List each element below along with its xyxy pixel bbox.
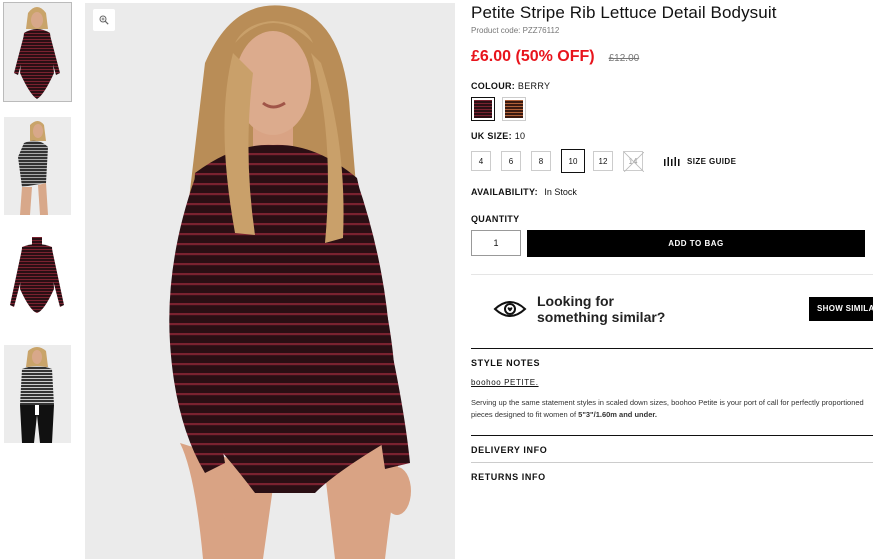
quantity-input[interactable]: 1 [471, 230, 521, 256]
thumbnail-3[interactable] [4, 231, 71, 329]
availability-row: AVAILABILITY: In Stock [471, 187, 873, 197]
availability-value: In Stock [544, 187, 577, 197]
quantity-label: QUANTITY [471, 214, 520, 224]
returns-section: RETURNS INFO [471, 462, 873, 489]
eye-icon [493, 300, 527, 317]
size-option-14[interactable]: 14 [623, 151, 644, 172]
magnifier-icon [99, 15, 109, 25]
style-notes-text: Serving up the same statement styles in … [471, 398, 864, 419]
colour-swatches [471, 97, 873, 121]
similar-line1: Looking for [537, 292, 614, 309]
colour-label: COLOUR: [471, 81, 516, 91]
similar-text: Looking for something similar? [537, 293, 665, 325]
zoom-button[interactable] [93, 9, 115, 31]
size-guide-link[interactable]: SIZE GUIDE [663, 156, 736, 166]
original-price: £12.00 [608, 53, 640, 64]
thumbnail-gallery [3, 2, 72, 459]
delivery-section: DELIVERY INFO [471, 435, 873, 462]
unavailable-cross-icon [624, 152, 644, 172]
returns-info-heading[interactable]: RETURNS INFO [471, 463, 873, 489]
size-option-4[interactable]: 4 [471, 151, 491, 171]
quantity-row: 1 ADD TO BAG [471, 230, 873, 257]
product-code: Product code: PZZ76112 [471, 26, 560, 35]
size-option-10[interactable]: 10 [561, 149, 585, 173]
thumbnail-1[interactable] [3, 2, 72, 102]
size-option-8[interactable]: 8 [531, 151, 551, 171]
product-title: Petite Stripe Rib Lettuce Detail Bodysui… [471, 3, 777, 22]
similar-line2: something similar? [537, 308, 666, 325]
style-notes-body: Serving up the same statement styles in … [471, 397, 866, 421]
size-options: 4 6 8 10 12 14 SIZE GUIDE [471, 149, 873, 173]
colour-label-row: COLOUR: BERRY [471, 81, 873, 91]
size-guide-label: SIZE GUIDE [687, 156, 737, 166]
sale-price: £6.00 (50% OFF) [471, 48, 595, 65]
brand-link[interactable]: boohoo PETITE. [471, 378, 539, 387]
add-to-bag-button[interactable]: ADD TO BAG [527, 230, 865, 257]
main-product-image[interactable] [85, 3, 455, 559]
similar-banner: Looking for something similar? SHOW SIMI… [471, 274, 873, 332]
style-notes-heading[interactable]: STYLE NOTES [471, 349, 873, 375]
thumbnail-4[interactable] [4, 345, 71, 443]
thumbnail-2[interactable] [4, 117, 71, 215]
colour-value: BERRY [517, 81, 551, 91]
show-similar-button[interactable]: SHOW SIMILAR [809, 296, 873, 321]
size-option-12[interactable]: 12 [593, 151, 613, 171]
size-label-row: UK SIZE: 10 [471, 131, 873, 141]
size-option-6[interactable]: 6 [501, 151, 521, 171]
ruler-icon [664, 157, 680, 166]
style-notes-bold: 5"3"/1.60m and under. [578, 410, 657, 419]
delivery-info-heading[interactable]: DELIVERY INFO [471, 436, 873, 462]
availability-label: AVAILABILITY: [471, 187, 538, 197]
swatch-berry[interactable] [471, 97, 495, 121]
size-label: UK SIZE: [471, 131, 512, 141]
swatch-rust[interactable] [502, 97, 526, 121]
product-info: Petite Stripe Rib Lettuce Detail Bodysui… [471, 0, 873, 489]
style-notes-section: STYLE NOTES boohoo PETITE. Serving up th… [471, 348, 873, 421]
size-value: 10 [514, 131, 526, 141]
price-row: £6.00 (50% OFF) £12.00 [471, 48, 873, 66]
